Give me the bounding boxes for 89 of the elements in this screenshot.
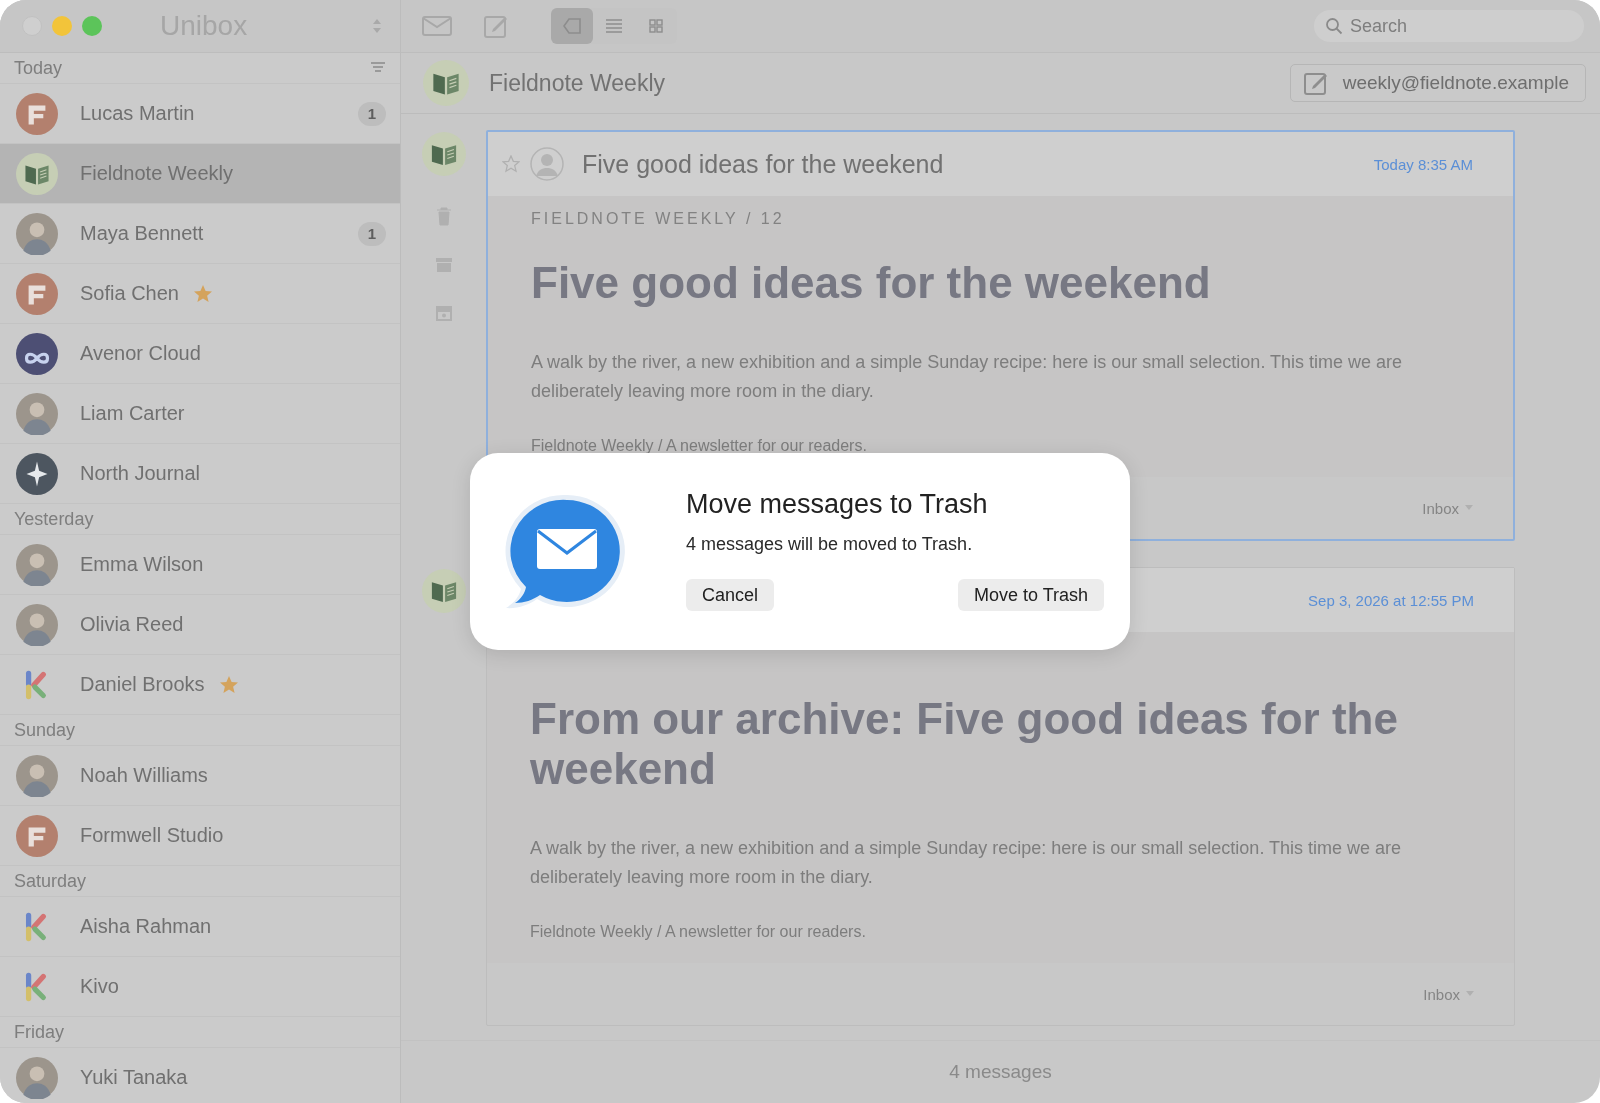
contact-name: Fieldnote Weekly xyxy=(80,162,234,185)
newsletter-heading: From our archive: Five good ideas for the weekend xyxy=(530,694,1399,794)
compose-icon xyxy=(1302,70,1329,96)
compose-to-button[interactable]: weekly@fieldnote.example xyxy=(1289,64,1586,102)
contact-name: Lucas Martin xyxy=(80,102,195,125)
person-avatar-icon xyxy=(16,212,58,255)
conversation-item[interactable]: Emma Wilson xyxy=(0,535,400,595)
book-icon xyxy=(421,132,466,176)
logo-icon xyxy=(16,814,58,857)
conversation-item[interactable]: Maya Bennett 1 xyxy=(0,204,400,264)
zoom-button[interactable] xyxy=(82,16,102,36)
folder-dropdown[interactable]: Inbox xyxy=(1423,985,1474,1003)
person-avatar-icon xyxy=(16,603,58,646)
person-avatar-icon xyxy=(16,1056,58,1099)
contact-name: Olivia Reed xyxy=(80,613,184,636)
conversation-item[interactable]: North Journal xyxy=(0,444,400,504)
contact-name: Avenor Cloud xyxy=(80,342,201,365)
view-mode-button[interactable] xyxy=(551,8,593,44)
contact-name: Kivo xyxy=(80,975,119,998)
dialog-button[interactable]: Move to Trash xyxy=(957,579,1104,611)
newsletter-text: A walk by the river, a new exhibition and a simple Sunday recipe: here is our small selection. This time we are deliberately leaving more room in the diary. xyxy=(530,836,1403,889)
conversation-item[interactable]: Kivo xyxy=(0,957,400,1017)
conversation-item[interactable]: Yuki Tanaka xyxy=(0,1048,400,1103)
contact-name: Noah Williams xyxy=(80,764,208,787)
logo-icon xyxy=(16,272,58,315)
contact-name: Yuki Tanaka xyxy=(80,1066,188,1089)
folder-dropdown[interactable]: Inbox xyxy=(1422,499,1473,517)
conversation-item[interactable]: Formwell Studio xyxy=(0,806,400,866)
conversation-item[interactable]: Sofia Chen xyxy=(0,264,400,324)
contact-name: North Journal xyxy=(80,462,201,485)
message-count: 4 messages xyxy=(949,1061,1052,1083)
conversation-title: Fieldnote Weekly xyxy=(489,69,665,97)
contact-name: Formwell Studio xyxy=(80,824,224,847)
dialog-title: Move messages to Trash xyxy=(686,489,989,520)
archive-icon[interactable] xyxy=(434,256,453,274)
person-avatar-icon xyxy=(16,754,58,797)
section-header: Today xyxy=(14,57,63,79)
newsletter-footer: Fieldnote Weekly / A newsletter for our readers. xyxy=(530,923,1454,942)
trash-icon[interactable] xyxy=(434,206,453,226)
newsletter-heading: Five good ideas for the weekend xyxy=(531,258,1212,308)
sparkle-logo-icon xyxy=(16,452,58,495)
conversation-item[interactable]: Avenor Cloud xyxy=(0,324,400,384)
conversation-item[interactable]: Liam Carter xyxy=(0,384,400,444)
contact-name: Maya Bennett xyxy=(80,222,204,245)
minimize-button[interactable] xyxy=(52,16,72,36)
dialog-message: 4 messages will be moved to Trash. xyxy=(686,534,974,555)
message-subject: Five good ideas for the weekend xyxy=(582,149,944,179)
contact-name: Emma Wilson xyxy=(80,553,204,576)
envelope-icon[interactable] xyxy=(421,13,453,39)
section-header: Friday xyxy=(14,1021,64,1043)
newsletter-issue: FIELDNOTE WEEKLY / 12 xyxy=(531,210,786,228)
search-icon xyxy=(1325,17,1343,35)
contact-name: Sofia Chen xyxy=(80,282,179,305)
logo-icon xyxy=(16,92,58,135)
caret-icon xyxy=(1466,991,1474,998)
conversation-item[interactable]: Olivia Reed xyxy=(0,595,400,655)
contact-name: Liam Carter xyxy=(80,402,185,425)
section-header: Sunday xyxy=(14,719,76,741)
person-avatar-icon xyxy=(16,543,58,586)
star-icon[interactable] xyxy=(502,155,520,173)
grid-icon xyxy=(647,17,665,35)
caret-icon xyxy=(1465,505,1473,512)
newsletter-text: A walk by the river, a new exhibition and a simple Sunday recipe: here is our small selection. This time we are deliberately leaving more room in the diary. xyxy=(531,350,1404,403)
bubble-icon xyxy=(562,17,582,35)
conversation-item[interactable]: Daniel Brooks xyxy=(0,655,400,715)
message-date: Today 8:35 AM xyxy=(1373,155,1473,173)
cloud-logo-icon xyxy=(16,332,58,375)
newsletter-footer: Fieldnote Weekly / A newsletter for our readers. xyxy=(531,437,1453,456)
unread-count: 1 xyxy=(358,221,386,246)
conversation-item[interactable]: Aisha Rahman xyxy=(0,897,400,957)
section-header: Saturday xyxy=(14,870,87,892)
book-icon xyxy=(423,60,469,106)
dialog-button[interactable]: Cancel xyxy=(686,579,775,611)
sort-arrows-icon[interactable] xyxy=(372,17,382,35)
book-icon xyxy=(16,152,58,195)
contact-name: Daniel Brooks xyxy=(80,673,205,696)
person-icon xyxy=(530,147,564,181)
search-field[interactable]: Search xyxy=(1314,10,1584,42)
message-date: Sep 3, 2026 at 12:55 PM xyxy=(1308,591,1474,609)
list-icon xyxy=(604,17,624,35)
conversation-item[interactable]: Fieldnote Weekly xyxy=(0,144,400,204)
conversation-item[interactable]: Noah Williams xyxy=(0,746,400,806)
book-icon xyxy=(421,569,466,614)
contact-name: Aisha Rahman xyxy=(80,915,212,938)
box-icon[interactable] xyxy=(434,304,453,322)
section-header: Yesterday xyxy=(14,508,94,530)
unread-count: 1 xyxy=(358,101,386,126)
person-avatar-icon xyxy=(16,392,58,435)
compose-icon[interactable] xyxy=(483,13,509,39)
